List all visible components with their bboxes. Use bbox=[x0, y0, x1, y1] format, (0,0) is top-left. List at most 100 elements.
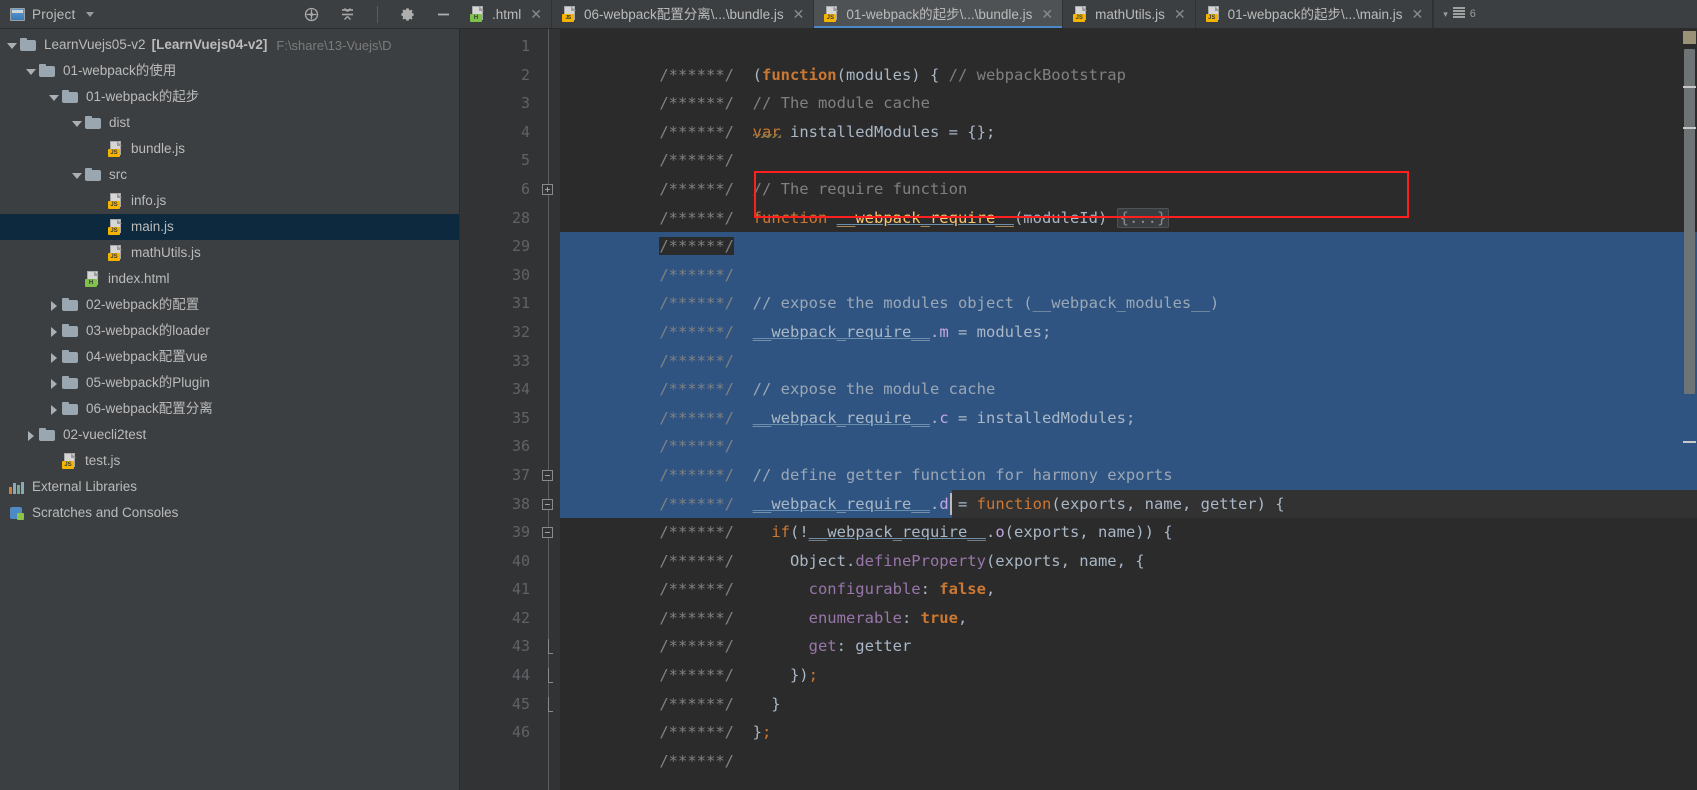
project-tree[interactable]: LearnVuejs05-v2 [LearnVuejs04-v2] F:\sha… bbox=[0, 29, 460, 790]
line-number: 1 bbox=[520, 37, 530, 55]
tree-item-01-webpack-start[interactable]: 01-webpack的起步 bbox=[0, 84, 459, 110]
line-number: 44 bbox=[511, 666, 530, 685]
error-stripe-marker[interactable] bbox=[1683, 31, 1696, 44]
fold-region-end-icon[interactable] bbox=[545, 639, 553, 655]
tree-item-02-vuecli2test[interactable]: 02-vuecli2test bbox=[0, 422, 459, 448]
tree-item-05-webpack-plugin[interactable]: 05-webpack的Plugin bbox=[0, 370, 459, 396]
chevron-down-icon[interactable]: ▾ bbox=[1443, 9, 1448, 20]
code-folding-gutter[interactable] bbox=[538, 29, 560, 790]
editor-tab-html[interactable]: H .html ✕ bbox=[460, 0, 552, 28]
minimize-icon[interactable] bbox=[435, 6, 452, 23]
tab-overflow-control[interactable]: ▾ 6 bbox=[1433, 0, 1483, 28]
editor-tab-06-bundle[interactable]: JS 06-webpack配置分离\...\bundle.js ✕ bbox=[552, 0, 815, 28]
tree-item-03-webpack-loader[interactable]: 03-webpack的loader bbox=[0, 318, 459, 344]
tree-item-src[interactable]: src bbox=[0, 162, 459, 188]
chevron-right-icon[interactable] bbox=[24, 429, 37, 442]
chevron-right-icon[interactable] bbox=[47, 325, 60, 338]
code-line[interactable]: /******/ configurable: false, bbox=[560, 547, 1697, 598]
code-line[interactable]: /******/ bbox=[560, 318, 1697, 370]
editor-tab-main[interactable]: JS 01-webpack的起步\...\main.js ✕ bbox=[1196, 0, 1434, 28]
ide-window: Project H .html ✕ JS 06-webpack配置分离\...\… bbox=[0, 0, 1697, 790]
code-line[interactable]: /******/ bbox=[560, 118, 1697, 169]
editor-tab-01-bundle[interactable]: JS 01-webpack的起步\...\bundle.js ✕ bbox=[814, 0, 1064, 28]
code-line[interactable]: /******/ } bbox=[560, 661, 1697, 713]
tree-item-scratches-consoles[interactable]: Scratches and Consoles bbox=[0, 500, 459, 526]
fold-region-end-icon[interactable] bbox=[545, 668, 553, 684]
code-editor[interactable]: 1 2 3 4 5 6 28 29 30 31 32 33 34 35 36 3… bbox=[460, 29, 1697, 790]
folder-icon bbox=[85, 168, 102, 182]
close-icon[interactable]: ✕ bbox=[530, 7, 542, 21]
code-line[interactable]: /******/ var installedModules = {}; bbox=[560, 89, 1697, 141]
line-number: 32 bbox=[511, 322, 530, 341]
code-line[interactable]: /******/ bbox=[560, 232, 1697, 284]
tree-item-dist[interactable]: dist bbox=[0, 110, 459, 136]
close-icon[interactable]: ✕ bbox=[1411, 7, 1423, 21]
chevron-down-icon[interactable] bbox=[70, 117, 83, 130]
chevron-right-icon[interactable] bbox=[47, 299, 60, 312]
chevron-right-icon[interactable] bbox=[47, 351, 60, 364]
code-line[interactable]: /******/ bbox=[560, 718, 1697, 770]
code-line[interactable]: /******/ // expose the module cache bbox=[560, 347, 1697, 398]
collapse-fold-icon[interactable] bbox=[542, 498, 553, 510]
folder-icon bbox=[39, 64, 56, 78]
code-line[interactable]: /******/ }); bbox=[560, 632, 1697, 684]
code-line[interactable]: /******/ // The module cache bbox=[560, 61, 1697, 112]
close-icon[interactable]: ✕ bbox=[1174, 7, 1186, 21]
code-line[interactable]: /******/ }; bbox=[560, 690, 1697, 741]
line-number: 46 bbox=[511, 723, 530, 742]
code-line-folded[interactable]: /******/ function __webpack_require__(mo… bbox=[560, 175, 1697, 228]
code-line[interactable]: /******/ bbox=[560, 204, 1697, 256]
collapse-fold-icon[interactable] bbox=[542, 527, 553, 539]
code-line[interactable]: /******/ bbox=[560, 404, 1697, 455]
top-bar: Project H .html ✕ JS 06-webpack配置分离\...\… bbox=[0, 0, 1697, 29]
close-icon[interactable]: ✕ bbox=[1041, 7, 1053, 21]
tree-item-06-webpack-split[interactable]: 06-webpack配置分离 bbox=[0, 396, 459, 422]
editor-tab-mathutils[interactable]: JS mathUtils.js ✕ bbox=[1063, 0, 1196, 28]
fold-region-end-icon[interactable] bbox=[545, 696, 553, 712]
tree-item-04-webpack-vue[interactable]: 04-webpack配置vue bbox=[0, 344, 459, 370]
chevron-down-icon[interactable] bbox=[5, 39, 18, 52]
locate-icon[interactable] bbox=[303, 6, 320, 23]
code-line[interactable]: /******/ Object.defineProperty(exports, … bbox=[560, 518, 1697, 570]
code-line[interactable]: /******/ (function(modules) { // webpack… bbox=[560, 32, 1697, 84]
tree-item-mathutils-js[interactable]: JS mathUtils.js bbox=[0, 240, 459, 266]
tab-list-icon[interactable] bbox=[1452, 5, 1466, 23]
code-line[interactable]: /******/ __webpack_require__.m = modules… bbox=[560, 289, 1697, 341]
settings-gear-icon[interactable] bbox=[399, 6, 416, 23]
tree-item-info-js[interactable]: JS info.js bbox=[0, 188, 459, 214]
chevron-down-icon[interactable] bbox=[70, 169, 83, 182]
html-file-icon: H bbox=[85, 271, 101, 287]
collapse-all-icon[interactable] bbox=[339, 6, 356, 23]
fold-slot bbox=[538, 32, 560, 61]
chevron-right-icon[interactable] bbox=[47, 403, 60, 416]
code-line[interactable]: /******/ // expose the modules object (_… bbox=[560, 261, 1697, 312]
close-icon[interactable]: ✕ bbox=[793, 7, 805, 21]
chevron-down-icon[interactable] bbox=[86, 11, 95, 17]
tree-item-root[interactable]: LearnVuejs05-v2 [LearnVuejs04-v2] F:\sha… bbox=[0, 32, 459, 58]
code-line[interactable]: /******/ if(!__webpack_require__.o(expor… bbox=[560, 490, 1697, 541]
code-line[interactable]: /******/ // The require function bbox=[560, 146, 1697, 198]
js-file-icon: JS bbox=[1205, 6, 1222, 22]
code-line[interactable]: /******/ enumerable: true, bbox=[560, 575, 1697, 627]
tree-item-main-js[interactable]: JS main.js bbox=[0, 214, 459, 240]
libraries-icon bbox=[9, 480, 25, 494]
tree-item-index-html[interactable]: H index.html bbox=[0, 266, 459, 292]
chevron-down-icon[interactable] bbox=[47, 91, 60, 104]
scrollbar-thumb[interactable] bbox=[1684, 49, 1695, 394]
chevron-right-icon[interactable] bbox=[47, 377, 60, 390]
chevron-down-icon[interactable] bbox=[24, 65, 37, 78]
tree-item-external-libraries[interactable]: External Libraries bbox=[0, 474, 459, 500]
tree-item-test-js[interactable]: JS test.js bbox=[0, 448, 459, 474]
code-line[interactable]: /******/ get: getter bbox=[560, 604, 1697, 655]
collapse-fold-icon[interactable] bbox=[542, 469, 553, 481]
project-tool-window-button[interactable]: Project bbox=[10, 7, 95, 22]
code-line[interactable]: /******/ __webpack_require__.d = functio… bbox=[560, 461, 1697, 513]
tree-item-02-webpack-config[interactable]: 02-webpack的配置 bbox=[0, 292, 459, 318]
tree-item-01-webpack-usage[interactable]: 01-webpack的使用 bbox=[0, 58, 459, 84]
code-line[interactable]: /******/ __webpack_require__.c = install… bbox=[560, 375, 1697, 427]
tree-item-bundle-js[interactable]: JS bundle.js bbox=[0, 136, 459, 162]
code-line[interactable]: /******/ // define getter function for h… bbox=[560, 432, 1697, 484]
code-text-area[interactable]: /******/ (function(modules) { // webpack… bbox=[560, 29, 1697, 790]
editor-scrollbar[interactable] bbox=[1680, 29, 1697, 790]
expand-fold-icon[interactable] bbox=[542, 183, 553, 195]
